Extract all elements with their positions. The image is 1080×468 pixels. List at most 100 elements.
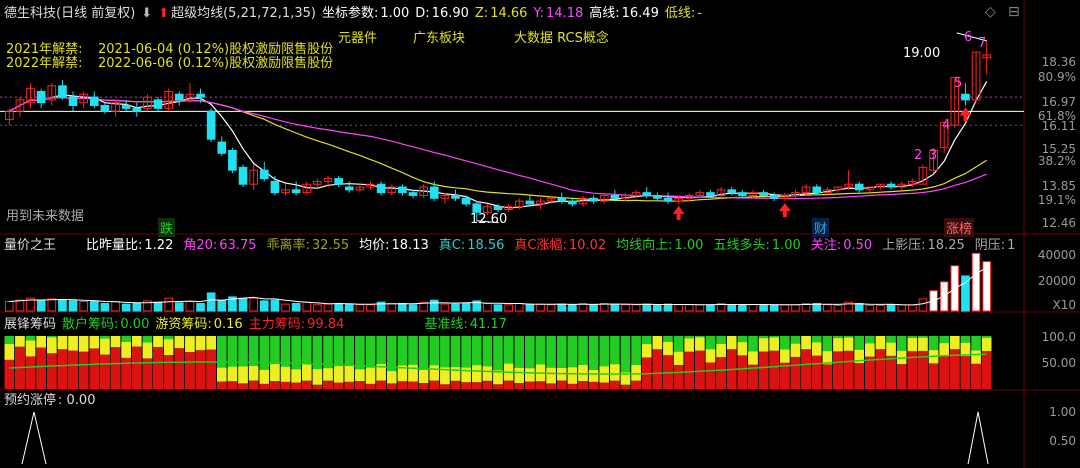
retail-value: 0.00 [120, 317, 150, 332]
candle-body [727, 189, 737, 194]
dropdown-arrow-icon[interactable]: ⬇ [141, 6, 152, 21]
volume-bar [36, 299, 46, 312]
candle-body [642, 192, 652, 196]
volume-bar [270, 299, 280, 312]
hot-money-chip-bar [195, 336, 206, 351]
volume-bar [249, 297, 258, 312]
volume-bar [546, 304, 556, 312]
main-chip-bar [185, 352, 195, 389]
hot-money-chip-bar [918, 337, 928, 351]
concept-tag: 元器件 [338, 31, 378, 46]
hot-money-chip-bar [780, 349, 790, 363]
main-chip-bar [174, 348, 185, 389]
volume-indicator-label: 真C涨幅: [514, 238, 567, 253]
main-value: 99.84 [307, 317, 345, 332]
limit-title[interactable]: 预约涨停 [4, 393, 56, 408]
stock-name[interactable]: 德生科技(日线 前复权) [4, 6, 135, 21]
hot-money-chip-bar [705, 349, 716, 363]
main-chip-bar [248, 380, 259, 389]
main-label: 主力筹码: [248, 317, 306, 332]
volume-indicator-value: 1.00 [771, 238, 801, 253]
board-count: 6 [964, 30, 973, 45]
candle-body [270, 180, 280, 194]
candle-body [706, 192, 715, 196]
hot-money-chip-bar [227, 366, 238, 382]
finance-tag: 财 [812, 218, 830, 237]
hot-money-chip-bar [641, 344, 652, 358]
main-chip-bar [344, 381, 355, 389]
volume-indicator-label: 角20: [183, 238, 218, 253]
hot-money-chip-bar [110, 336, 121, 348]
main-chip-bar [981, 351, 992, 389]
volume-bar [759, 304, 768, 312]
volume-bar [971, 252, 981, 312]
main-chip-bar [811, 355, 822, 389]
hot-label: 游资筹码: [155, 317, 212, 332]
main-chip-bar [503, 380, 514, 389]
volume-indicator-value: 18.25 [927, 238, 965, 253]
main-chip-bar [620, 384, 631, 389]
candle-body [429, 186, 439, 199]
board-count: 2 [914, 148, 923, 163]
volume-indicator-value: 1 [1007, 238, 1016, 253]
candle-body [886, 183, 896, 188]
volume-bar [238, 297, 248, 312]
volume-bar [738, 304, 747, 312]
candle-body [196, 93, 205, 98]
moving-average-line [9, 96, 987, 200]
main-chip-bar [153, 346, 163, 389]
d-label: D: [415, 6, 430, 21]
main-chip-bar [78, 351, 89, 389]
main-chip-bar [705, 362, 716, 389]
main-chip-bar [386, 383, 397, 389]
chips-title[interactable]: 展锋筹码 [4, 317, 56, 332]
main-chip-bar [684, 351, 695, 389]
main-chip-bar [567, 383, 578, 389]
hot-money-chip-bar [726, 336, 737, 350]
main-chip-bar [790, 356, 801, 389]
hot-money-chip-bar [567, 367, 578, 384]
volume-bar [631, 304, 641, 312]
hot-money-chip-bar [811, 342, 822, 356]
hot-money-chip-bar [790, 343, 801, 357]
hot-money-chip-bar [78, 336, 89, 352]
candle-body [653, 194, 662, 199]
volume-indicator-label: 五线多头: [713, 238, 770, 253]
candle-body [344, 186, 354, 191]
hot-money-chip-bar [344, 365, 355, 382]
volume-indicator-label: 乖离率: [266, 238, 310, 253]
hot-money-chip-bar [429, 365, 440, 381]
volume-title[interactable]: 量价之王 [4, 238, 56, 253]
main-chip-bar [471, 382, 482, 389]
hot-money-chip-bar [68, 336, 78, 351]
candle-body [121, 105, 131, 109]
main-chip-bar [100, 354, 110, 389]
volume-bar [47, 298, 57, 312]
candle-body [663, 197, 673, 202]
hot-money-chip-bar [248, 366, 259, 381]
hot-money-chip-bar [36, 336, 46, 348]
indicator-name[interactable]: 超级均线(5,21,72,1,35) [171, 6, 316, 21]
candle-body [89, 96, 99, 107]
chips-axis-label: 100.0 [1041, 330, 1076, 344]
hot-money-chip-bar [737, 342, 748, 356]
volume-indicator-label: 均价: [359, 238, 390, 253]
volume-bar [823, 304, 832, 312]
candle-body [398, 186, 407, 194]
volume-bar [206, 292, 216, 312]
volume-bar [100, 302, 110, 312]
volume-bar [876, 304, 885, 312]
hot-money-chip-bar [259, 369, 270, 384]
volume-indicator-label: 真C: [438, 238, 466, 253]
main-chip-bar [440, 384, 450, 389]
concept-tag: 广东板块 [413, 31, 466, 46]
coord-value: 1.00 [380, 6, 410, 21]
diamond-icon[interactable]: ◇ [985, 4, 996, 20]
main-chip-bar [769, 350, 780, 389]
volume-bar [398, 302, 407, 312]
hot-money-chip-bar [206, 336, 216, 350]
board-count: 7 [978, 36, 987, 51]
volume-bar [461, 302, 471, 312]
collapse-icon[interactable]: ⊟ [1008, 4, 1020, 20]
hot-money-chip-bar [843, 337, 854, 351]
